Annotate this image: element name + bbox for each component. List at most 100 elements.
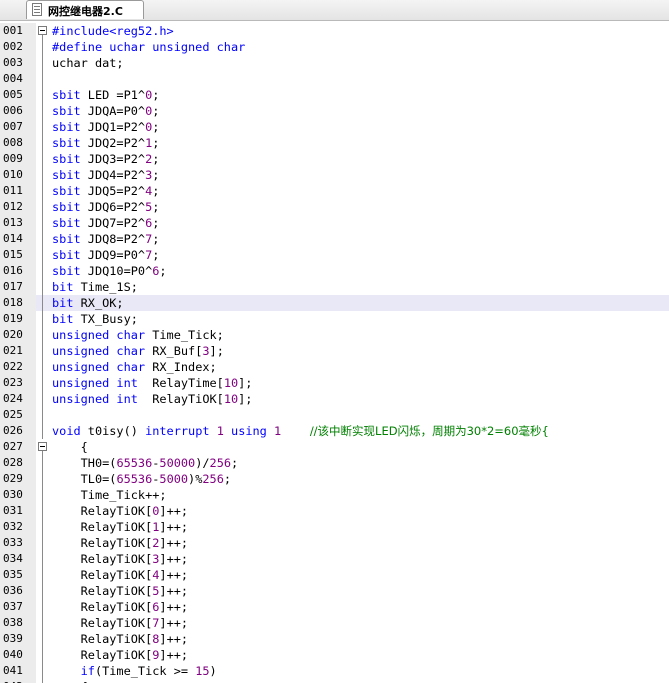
code-token: JDQ7=P2^: [80, 216, 146, 230]
code-line[interactable]: 039 RelayTiOK[8]++;: [0, 631, 669, 647]
line-number: 029: [0, 471, 36, 487]
code-line[interactable]: 028 TH0=(65536-50000)/256;: [0, 455, 669, 471]
code-line[interactable]: 011 sbit JDQ5=P2^4;: [0, 183, 669, 199]
code-line[interactable]: 037 RelayTiOK[6]++;: [0, 599, 669, 615]
code-line[interactable]: 035 RelayTiOK[4]++;: [0, 567, 669, 583]
line-number: 040: [0, 647, 36, 663]
code-line[interactable]: 009 sbit JDQ3=P2^2;: [0, 151, 669, 167]
code-line[interactable]: 006 sbit JDQA=P0^0;: [0, 103, 669, 119]
code-line[interactable]: 003 uchar dat;: [0, 55, 669, 71]
code-line[interactable]: 041 if(Time_Tick >= 15): [0, 663, 669, 679]
code-line[interactable]: 013 sbit JDQ7=P2^6;: [0, 215, 669, 231]
code-line[interactable]: 021 unsigned char RX_Buf[3];: [0, 343, 669, 359]
code-token: ;: [152, 216, 160, 230]
fold-guide: [36, 359, 50, 375]
code-token: RelayTiOK[: [52, 584, 153, 598]
fold-collapse-icon[interactable]: [36, 23, 50, 39]
code-token: sbit: [52, 200, 81, 214]
fold-guide: [36, 343, 50, 359]
code-line[interactable]: 016 sbit JDQ10=P0^6;: [0, 263, 669, 279]
code-token: TX_Busy;: [73, 312, 138, 326]
code-token: ]++;: [159, 520, 189, 534]
code-token: 3: [202, 344, 210, 358]
code-token: #define uchar unsigned char: [52, 40, 246, 54]
code-token: sbit: [52, 264, 81, 278]
line-number: 020: [0, 327, 36, 343]
code-token: 15: [195, 664, 210, 678]
code-line[interactable]: 019 bit TX_Busy;: [0, 311, 669, 327]
code-token: JDQ6=P2^: [80, 200, 146, 214]
code-text: unsigned int RelayTime[10];: [52, 375, 252, 391]
code-token: JDQ9=P0^: [80, 248, 146, 262]
code-line[interactable]: 010 sbit JDQ4=P2^3;: [0, 167, 669, 183]
code-line[interactable]: 029 TL0=(65536-5000)%256;: [0, 471, 669, 487]
code-line[interactable]: 004: [0, 71, 669, 87]
code-line[interactable]: 007 sbit JDQ1=P2^0;: [0, 119, 669, 135]
code-token: ;: [152, 200, 160, 214]
fold-guide: [36, 647, 50, 663]
line-number: 025: [0, 407, 36, 423]
code-text: #include<reg52.h>: [52, 23, 174, 39]
code-line[interactable]: 017 bit Time_1S;: [0, 279, 669, 295]
code-token: sbit: [52, 168, 81, 182]
code-line[interactable]: 015 sbit JDQ9=P0^7;: [0, 247, 669, 263]
fold-collapse-icon[interactable]: [36, 439, 50, 455]
code-token: JDQ4=P2^: [80, 168, 146, 182]
fold-guide: [36, 407, 50, 423]
code-token: 256: [209, 456, 232, 470]
code-token: RelayTiOK[: [52, 552, 153, 566]
code-token: RelayTiOK[: [137, 392, 224, 406]
code-line[interactable]: 040 RelayTiOK[9]++;: [0, 647, 669, 663]
fold-guide: [36, 231, 50, 247]
code-line[interactable]: 005 sbit LED =P1^0;: [0, 87, 669, 103]
fold-guide: [36, 375, 50, 391]
code-token: ]++;: [159, 552, 189, 566]
code-line[interactable]: 027 {: [0, 439, 669, 455]
tab-file[interactable]: 网控继电器2.C: [26, 0, 144, 19]
code-token: 50000: [159, 456, 196, 470]
code-token: 10: [223, 376, 239, 390]
code-line[interactable]: 033 RelayTiOK[2]++;: [0, 535, 669, 551]
code-line[interactable]: 024 unsigned int RelayTiOK[10];: [0, 391, 669, 407]
code-line[interactable]: 036 RelayTiOK[5]++;: [0, 583, 669, 599]
code-line[interactable]: 001 #include<reg52.h>: [0, 23, 669, 39]
code-text: RelayTiOK[2]++;: [52, 535, 188, 551]
code-token: 5000: [159, 472, 189, 486]
code-token: ];: [238, 376, 253, 390]
code-line[interactable]: 031 RelayTiOK[0]++;: [0, 503, 669, 519]
code-line[interactable]: 022 unsigned char RX_Index;: [0, 359, 669, 375]
fold-guide: [36, 423, 50, 439]
code-token: ]++;: [159, 616, 189, 630]
code-lines: 001 #include<reg52.h> 002 #define uchar uns…: [0, 23, 669, 683]
code-token: unsigned char: [52, 344, 146, 358]
code-line[interactable]: 023 unsigned int RelayTime[10];: [0, 375, 669, 391]
fold-guide: [36, 599, 50, 615]
fold-guide: [36, 615, 50, 631]
code-token: ];: [209, 344, 224, 358]
code-line[interactable]: 025: [0, 407, 669, 423]
code-line[interactable]: 034 RelayTiOK[3]++;: [0, 551, 669, 567]
code-line[interactable]: 018 bit RX_OK;: [0, 295, 669, 311]
code-token: if: [52, 664, 95, 678]
code-token: Time_Tick++;: [52, 488, 167, 502]
code-editor[interactable]: 001 #include<reg52.h> 002 #define uchar uns…: [0, 21, 669, 683]
fold-guide: [36, 567, 50, 583]
code-token: Time_Tick;: [145, 328, 224, 342]
code-token: unsigned int: [52, 392, 138, 406]
code-line[interactable]: 038 RelayTiOK[7]++;: [0, 615, 669, 631]
code-line[interactable]: 032 RelayTiOK[1]++;: [0, 519, 669, 535]
line-number: 041: [0, 663, 36, 679]
line-number: 001: [0, 23, 36, 39]
code-line[interactable]: 008 sbit JDQ2=P2^1;: [0, 135, 669, 151]
code-line[interactable]: 012 sbit JDQ6=P2^5;: [0, 199, 669, 215]
code-line[interactable]: 014 sbit JDQ8=P2^7;: [0, 231, 669, 247]
code-line[interactable]: 020 unsigned char Time_Tick;: [0, 327, 669, 343]
code-line[interactable]: 042 {: [0, 679, 669, 683]
code-line[interactable]: 026 void t0isy() interrupt 1 using 1 //该中…: [0, 423, 669, 439]
code-line[interactable]: 002 #define uchar unsigned char: [0, 39, 669, 55]
line-number: 005: [0, 87, 36, 103]
code-token: ]++;: [159, 648, 189, 662]
code-line[interactable]: 030 Time_Tick++;: [0, 487, 669, 503]
line-number: 034: [0, 551, 36, 567]
